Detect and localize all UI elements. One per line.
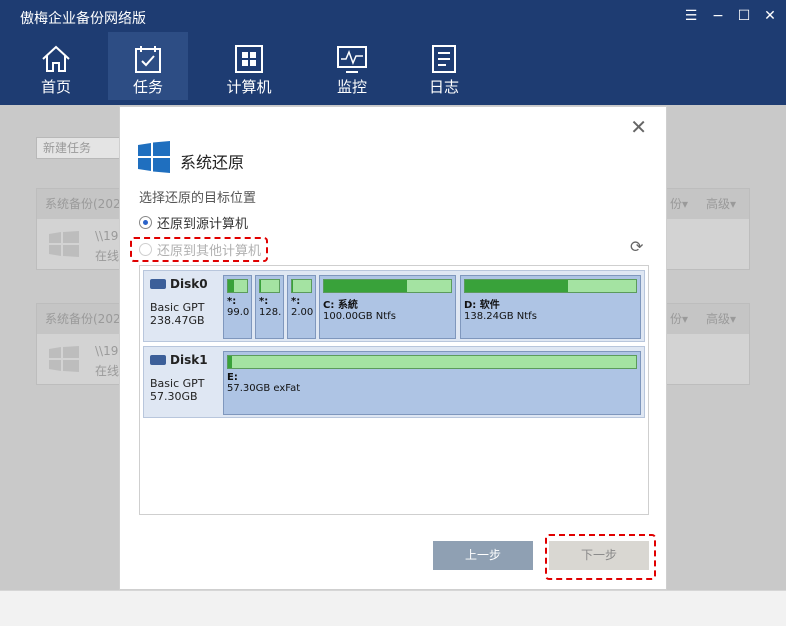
partition-label: C: 系統 <box>323 300 358 311</box>
previous-button[interactable]: 上一步 <box>433 541 533 570</box>
nav-home-label: 首页 <box>40 78 71 96</box>
app-title: 傲梅企业备份网络版 <box>20 11 146 27</box>
advanced-menu[interactable]: 高级▾ <box>706 304 736 334</box>
partition[interactable]: E: 57.30GB exFat <box>223 351 641 415</box>
disk-map-panel: Disk0 Basic GPT 238.47GB *: 99.0 *: 128.… <box>139 265 649 515</box>
advanced-menu[interactable]: 高级▾ <box>706 189 736 219</box>
status-bar <box>0 590 786 626</box>
nav-computer-label: 计算机 <box>226 78 272 96</box>
refresh-icon[interactable]: ⟳ <box>630 237 643 256</box>
disk-row: Disk1 Basic GPT 57.30GB E: 57.30GB exFat <box>143 346 645 418</box>
highlight-box <box>130 237 268 262</box>
partition[interactable]: D: 软件 138.24GB Ntfs <box>460 275 641 339</box>
nav-log-label: 日志 <box>428 78 459 96</box>
partition[interactable]: C: 系統 100.00GB Ntfs <box>319 275 456 339</box>
partition-label: E: <box>227 372 238 383</box>
restore-to-source-label: 还原到源计算机 <box>157 217 249 232</box>
computer-icon <box>235 45 263 73</box>
close-window-icon[interactable]: ✕ <box>760 6 780 26</box>
highlight-box <box>545 534 656 580</box>
partition-size: 57.30GB exFat <box>227 383 301 394</box>
log-icon <box>432 45 456 73</box>
partition-label: *: <box>227 296 237 307</box>
nav-log[interactable]: 日志 <box>404 32 484 100</box>
home-icon <box>42 45 70 72</box>
partition-size: 99.0 <box>227 307 250 318</box>
partition-label: D: 软件 <box>464 300 500 311</box>
nav-computer[interactable]: 计算机 <box>209 32 289 100</box>
dialog-subtitle: 选择还原的目标位置 <box>139 191 257 206</box>
system-restore-dialog: ✕ 系统还原 选择还原的目标位置 还原到源计算机 还原到其他计算机 ⟳ Disk… <box>119 106 667 590</box>
partition[interactable]: *: 2.00 <box>287 275 316 339</box>
task-card-status: 在线 <box>95 249 120 263</box>
partition-size: 2.00 <box>291 307 314 318</box>
partition-size: 100.00GB Ntfs <box>323 311 396 322</box>
task-icon <box>135 46 161 73</box>
partition[interactable]: *: 99.0 <box>223 275 252 339</box>
task-card-status: 在线 <box>95 364 120 378</box>
nav-task-label: 任务 <box>132 78 163 96</box>
radio-selected-icon <box>139 216 152 229</box>
disk-type: Basic GPT <box>150 301 205 314</box>
disk-row: Disk0 Basic GPT 238.47GB *: 99.0 *: 128.… <box>143 270 645 342</box>
menu-icon[interactable]: ☰ <box>681 6 701 26</box>
disk-size: 57.30GB <box>150 390 198 403</box>
disk-info: Disk1 Basic GPT 57.30GB <box>144 347 220 417</box>
disk-info: Disk0 Basic GPT 238.47GB <box>144 271 220 341</box>
disk-name: Disk0 <box>170 277 208 291</box>
windows-logo-icon <box>138 141 170 173</box>
partition[interactable]: *: 128. <box>255 275 284 339</box>
disk-size: 238.47GB <box>150 314 205 327</box>
new-task-select[interactable]: 新建任务 <box>36 137 126 159</box>
minimize-icon[interactable]: − <box>708 6 728 26</box>
nav-monitor[interactable]: 监控 <box>312 32 392 100</box>
nav-monitor-label: 监控 <box>336 78 367 96</box>
nav-task[interactable]: 任务 <box>108 32 188 100</box>
partition-size: 128. <box>259 307 282 318</box>
disk-name: Disk1 <box>170 353 208 367</box>
partition-label: *: <box>291 296 301 307</box>
task-card-title: 系统备份(202 <box>45 197 121 211</box>
nav-home[interactable]: 首页 <box>16 32 96 100</box>
partition-label: *: <box>259 296 269 307</box>
monitor-icon <box>337 46 367 73</box>
windows-logo-icon <box>49 346 79 372</box>
restore-to-source-radio[interactable]: 还原到源计算机 <box>139 213 248 232</box>
windows-logo-icon <box>49 231 79 257</box>
backup-menu[interactable]: 份▾ <box>670 304 688 334</box>
disk-type: Basic GPT <box>150 377 205 390</box>
title-bar: 傲梅企业备份网络版 ☰ − ☐ ✕ 首页 任务 计算机 监控 日志 <box>0 0 786 105</box>
partition-size: 138.24GB Ntfs <box>464 311 537 322</box>
backup-menu[interactable]: 份▾ <box>670 189 688 219</box>
hard-disk-icon <box>150 279 166 289</box>
task-card-title: 系统备份(202 <box>45 312 121 326</box>
hard-disk-icon <box>150 355 166 365</box>
dialog-title: 系统还原 <box>180 153 245 172</box>
close-icon[interactable]: ✕ <box>630 115 647 139</box>
maximize-icon[interactable]: ☐ <box>734 6 754 26</box>
